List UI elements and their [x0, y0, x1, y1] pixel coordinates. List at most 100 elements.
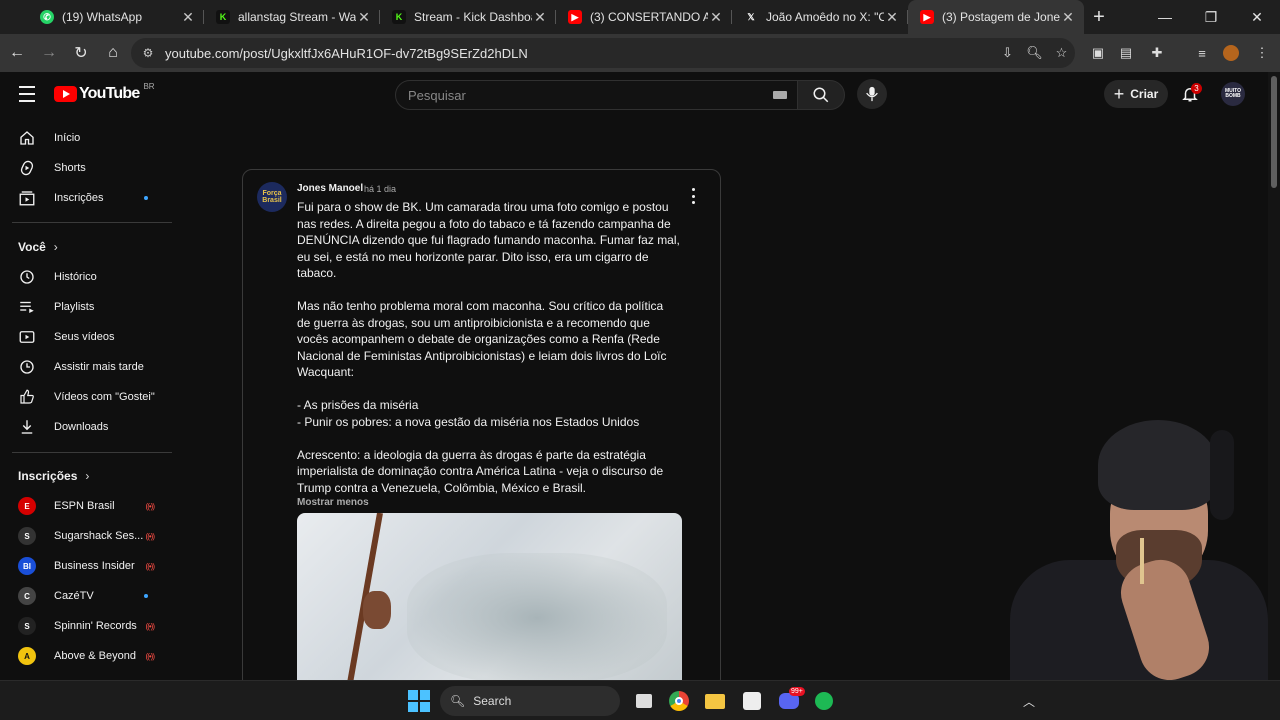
playlists-icon — [18, 298, 36, 316]
more-actions-icon[interactable] — [690, 188, 696, 204]
browser-tab[interactable]: 𝕏 João Amoêdo no X: "Os re✕ — [732, 0, 908, 34]
close-tab-icon[interactable]: ✕ — [356, 9, 372, 26]
extension-icon[interactable]: ▤ — [1112, 38, 1140, 68]
close-tab-icon[interactable]: ✕ — [1060, 9, 1076, 26]
forward-icon[interactable]: → — [34, 38, 64, 68]
sidebar-subscription-item[interactable]: C CazéTV — [12, 581, 168, 611]
back-icon[interactable]: ← — [2, 38, 32, 68]
sidebar-item-label: ESPN Brasil — [54, 500, 115, 512]
site-info-icon[interactable]: ⚙ — [137, 46, 159, 60]
address-bar[interactable]: ⚙ youtube.com/post/UgkxltfJx6AHuR1OF-dv7… — [131, 38, 1075, 68]
sidebar-item-videos-gostei[interactable]: Vídeos com "Gostei" — [12, 382, 168, 412]
task-view-icon[interactable] — [632, 689, 656, 713]
sidebar-item-label: Shorts — [54, 162, 86, 174]
close-tab-icon[interactable]: ✕ — [180, 9, 196, 26]
browser-tab[interactable]: ▶ (3) CONSERTANDO A PAUL✕ — [556, 0, 732, 34]
browser-tab[interactable]: Kallanstag Stream - Watch L✕ — [204, 0, 380, 34]
sidebar-item-seus-videos[interactable]: Seus vídeos — [12, 322, 168, 352]
extension-icon[interactable]: ▣ — [1084, 38, 1112, 68]
taskbar-search[interactable]: 🔍︎ Search — [440, 686, 620, 716]
minimize-icon[interactable]: — — [1142, 0, 1188, 34]
channel-avatar: BI — [18, 557, 36, 575]
scrollbar-thumb[interactable] — [1271, 76, 1277, 188]
sidebar-section-inscricoes[interactable]: Inscrições › — [18, 469, 89, 483]
close-tab-icon[interactable]: ✕ — [532, 9, 548, 26]
close-tab-icon[interactable]: ✕ — [884, 9, 900, 26]
voice-search-button[interactable] — [857, 79, 887, 109]
sidebar-subscription-item[interactable]: A Above & Beyond ((•)) — [12, 641, 168, 671]
search-input[interactable] — [408, 87, 773, 103]
new-tab-button[interactable]: + — [1084, 0, 1114, 34]
window-controls: — ❐ ✕ — [1142, 0, 1280, 34]
kick-icon: K — [216, 10, 230, 24]
sidebar-item-playlists[interactable]: Playlists — [12, 292, 168, 322]
page-scrollbar[interactable] — [1268, 72, 1280, 680]
close-window-icon[interactable]: ✕ — [1234, 0, 1280, 34]
sidebar-item-label: Playlists — [54, 301, 95, 313]
store-icon[interactable] — [740, 689, 764, 713]
account-avatar[interactable]: MUITO BOMB — [1221, 82, 1245, 106]
keyboard-icon[interactable] — [773, 91, 787, 99]
reload-icon[interactable]: ↻ — [66, 38, 96, 68]
home-browser-icon[interactable]: ⌂ — [98, 38, 128, 68]
create-button[interactable]: + Criar — [1104, 80, 1168, 108]
zoom-icon[interactable]: 🔍︎ — [1021, 45, 1048, 61]
sidebar-item-historico[interactable]: Histórico — [12, 262, 168, 292]
file-explorer-icon[interactable] — [703, 689, 727, 713]
post-time[interactable]: há 1 dia — [364, 184, 396, 194]
sidebar-subscription-item[interactable]: E ESPN Brasil ((•)) — [12, 491, 168, 521]
spotify-icon[interactable] — [812, 689, 836, 713]
bookmark-star-icon[interactable]: ☆ — [1048, 45, 1075, 61]
browser-menu-icon[interactable]: ⋮ — [1248, 38, 1276, 68]
url-text[interactable]: youtube.com/post/UgkxltfJx6AHuR1OF-dv72t… — [165, 46, 994, 61]
sidebar-item-label: Inscrições — [54, 192, 104, 204]
author-avatar[interactable]: Força Brasil — [257, 182, 287, 212]
sidebar-divider — [12, 222, 172, 223]
author-name[interactable]: Jones Manoel — [297, 183, 363, 194]
menu-icon[interactable] — [14, 84, 40, 104]
channel-avatar: S — [18, 527, 36, 545]
sidebar-item-inscricoes[interactable]: Inscrições — [12, 183, 168, 213]
browser-tab[interactable]: K Stream - Kick Dashboard✕ — [380, 0, 556, 34]
tab-title: Stream - Kick Dashboard — [414, 10, 532, 24]
sidebar-item-label: CazéTV — [54, 590, 94, 602]
profile-icon[interactable] — [1217, 38, 1245, 68]
section-title: Você — [18, 240, 46, 254]
browser-tab[interactable]: ▶ (3) Postagem de Jones Ma✕ — [908, 0, 1084, 34]
chevron-right-icon: › — [53, 240, 58, 254]
sidebar-item-label: Seus vídeos — [54, 331, 115, 343]
sidebar-item-inicio[interactable]: Início — [12, 123, 168, 153]
windows-start-icon[interactable] — [408, 690, 430, 712]
shorts-icon — [18, 159, 36, 177]
sidebar-subscription-item[interactable]: S Spinnin' Records ((•)) — [12, 611, 168, 641]
youtube-play-icon — [54, 86, 77, 102]
install-icon[interactable]: ⇩ — [994, 45, 1021, 61]
sidebar-item-shorts[interactable]: Shorts — [12, 153, 168, 183]
live-icon: ((•)) — [145, 621, 156, 631]
sidebar-subscription-item[interactable]: S Sugarshack Ses... ((•)) — [12, 521, 168, 551]
chrome-icon[interactable] — [667, 689, 691, 713]
community-post: Força Brasil Jones Manoel há 1 dia Fui p… — [242, 169, 721, 689]
show-less-button[interactable]: Mostrar menos — [297, 497, 369, 508]
sidebar-item-assistir-mais-tarde[interactable]: Assistir mais tarde — [12, 352, 168, 382]
search-icon — [813, 87, 829, 103]
like-icon — [18, 388, 36, 406]
post-image[interactable] — [297, 513, 682, 688]
extensions-puzzle-icon[interactable]: ✚ — [1143, 38, 1171, 68]
new-content-dot — [144, 594, 148, 598]
tray-chevron-up-icon[interactable]: ︿ — [1017, 689, 1041, 713]
youtube-logo[interactable]: YouTube BR — [54, 82, 155, 103]
maximize-icon[interactable]: ❐ — [1188, 0, 1234, 34]
sidebar-item-label: Above & Beyond — [54, 650, 136, 662]
search-box — [395, 80, 798, 110]
sidebar-item-downloads[interactable]: Downloads — [12, 412, 168, 442]
sidebar-section-voce[interactable]: Você › — [18, 240, 58, 254]
close-tab-icon[interactable]: ✕ — [708, 9, 724, 26]
media-control-icon[interactable]: ≡ — [1188, 38, 1216, 68]
sidebar-subscription-item[interactable]: BI Business Insider ((•)) — [12, 551, 168, 581]
channel-avatar: A — [18, 647, 36, 665]
sidebar-item-label: Spinnin' Records — [54, 620, 137, 632]
chevron-right-icon: › — [85, 469, 90, 483]
search-button[interactable] — [797, 80, 845, 110]
browser-tab[interactable]: ✆ (19) WhatsApp ✕ — [28, 0, 204, 34]
